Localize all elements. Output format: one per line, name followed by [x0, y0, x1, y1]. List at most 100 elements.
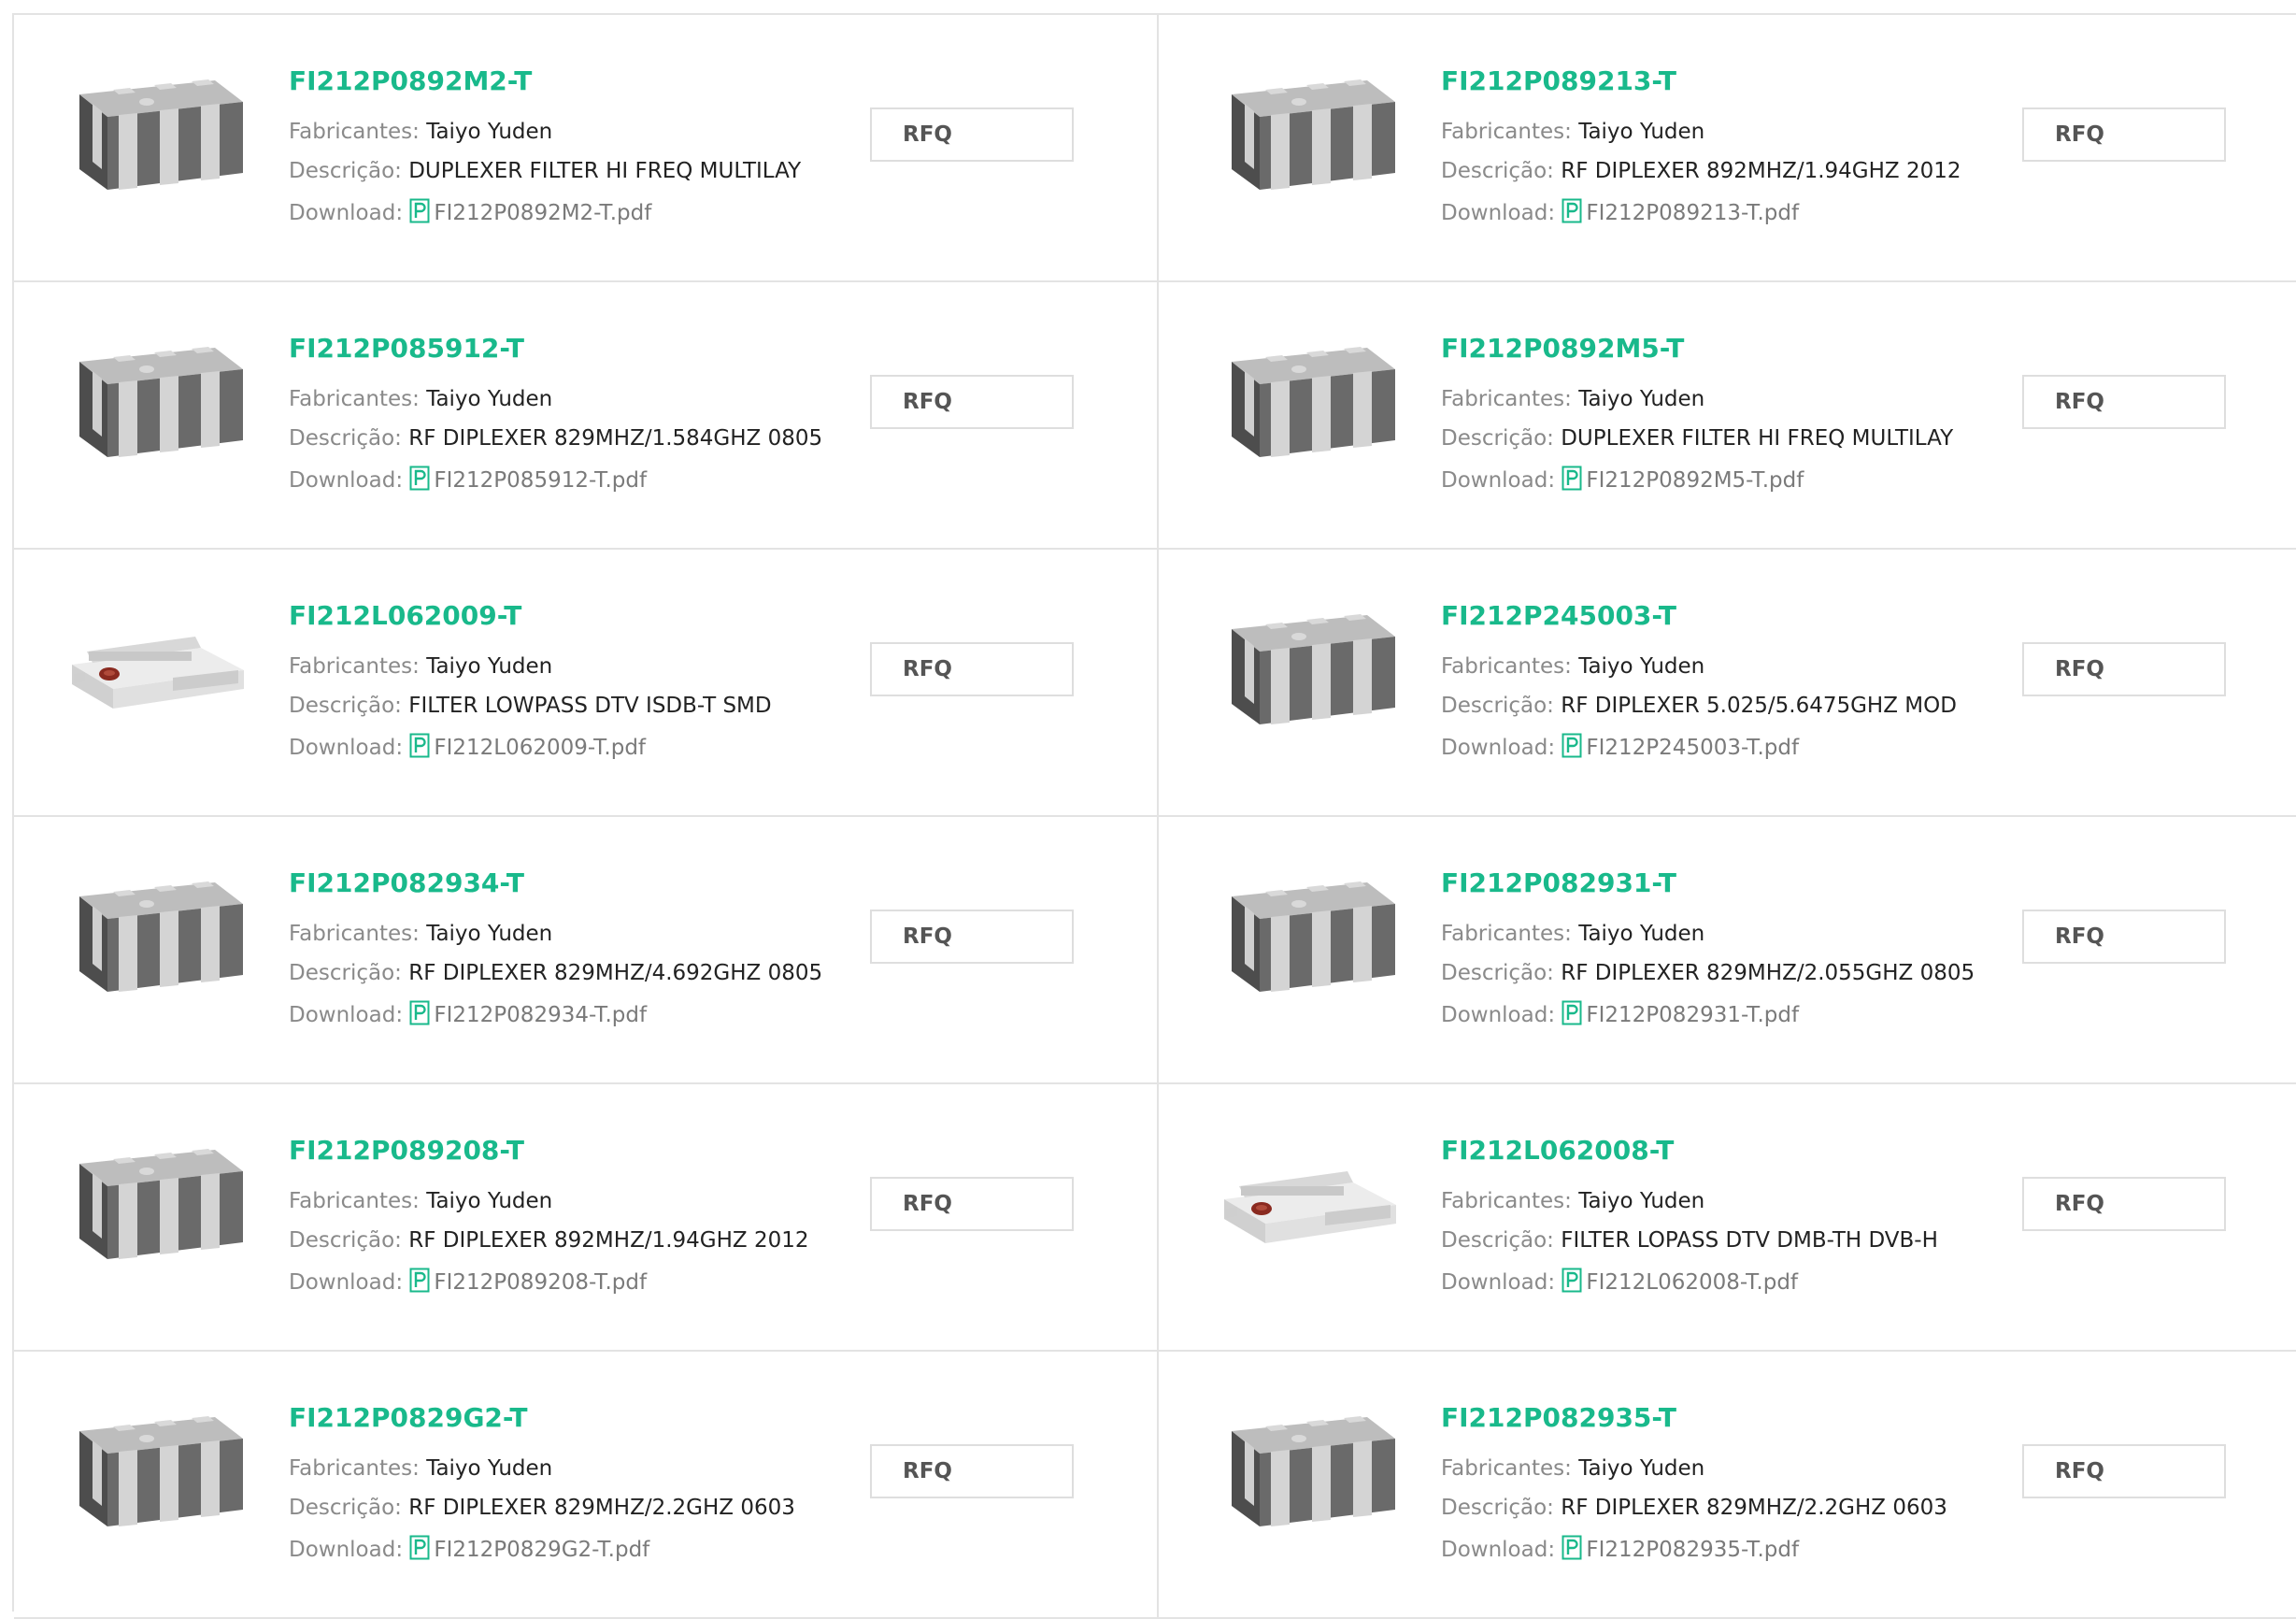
product-image[interactable] — [61, 1394, 257, 1548]
datasheet-pdf-link[interactable]: FI212L062008-T.pdf — [1586, 1270, 1798, 1295]
rfq-button[interactable]: RFQ — [2022, 910, 2226, 964]
rfq-button[interactable]: RFQ — [2022, 1177, 2226, 1231]
pdf-icon[interactable] — [409, 198, 430, 223]
manufacturer-value: Taiyo Yuden — [426, 1456, 553, 1481]
product-image[interactable] — [61, 324, 257, 479]
manufacturer-label: Fabricantes: — [289, 387, 420, 411]
rfq-button[interactable]: RFQ — [870, 375, 1074, 429]
download-label: Download: — [289, 468, 404, 493]
download-row: Download: FI212L062009-T.pdf — [289, 733, 646, 760]
product-image[interactable] — [1213, 1394, 1409, 1548]
description-label: Descrição: — [289, 426, 402, 451]
manufacturer-value: Taiyo Yuden — [426, 654, 553, 679]
manufacturer-value: Taiyo Yuden — [1578, 120, 1705, 144]
description-row: Descrição: RF DIPLEXER 829MHZ/2.055GHZ 0… — [1441, 961, 1975, 985]
product-image[interactable] — [1213, 57, 1409, 211]
pdf-icon[interactable] — [409, 466, 430, 491]
product-card: FI212P0892M2-T Fabricantes: Taiyo Yuden … — [14, 15, 1159, 282]
product-card: FI212P082931-T Fabricantes: Taiyo Yuden … — [1159, 817, 2296, 1084]
download-label: Download: — [1441, 468, 1556, 493]
part-number-link[interactable]: FI212P082934-T — [289, 867, 524, 898]
datasheet-pdf-link[interactable]: FI212P0892M5-T.pdf — [1586, 468, 1804, 493]
description-value: RF DIPLEXER 829MHZ/4.692GHZ 0805 — [408, 961, 823, 985]
datasheet-pdf-link[interactable]: FI212P082935-T.pdf — [1586, 1538, 1799, 1562]
download-row: Download: FI212P089208-T.pdf — [289, 1268, 647, 1295]
datasheet-pdf-link[interactable]: FI212P089213-T.pdf — [1586, 201, 1799, 225]
download-label: Download: — [1441, 1270, 1556, 1295]
product-image[interactable] — [1213, 592, 1409, 746]
rfq-button[interactable]: RFQ — [870, 107, 1074, 162]
manufacturer-row: Fabricantes: Taiyo Yuden — [1441, 1189, 1704, 1213]
part-number-link[interactable]: FI212P245003-T — [1441, 600, 1676, 631]
manufacturer-label: Fabricantes: — [289, 654, 420, 679]
rfq-button[interactable]: RFQ — [870, 1444, 1074, 1498]
pdf-icon[interactable] — [409, 1535, 430, 1560]
pdf-icon[interactable] — [409, 1000, 430, 1025]
product-card: FI212P245003-T Fabricantes: Taiyo Yuden … — [1159, 550, 2296, 817]
description-label: Descrição: — [1441, 426, 1554, 451]
datasheet-pdf-link[interactable]: FI212P082931-T.pdf — [1586, 1003, 1799, 1027]
rfq-button[interactable]: RFQ — [870, 1177, 1074, 1231]
datasheet-pdf-link[interactable]: FI212P0892M2-T.pdf — [434, 201, 651, 225]
datasheet-pdf-link[interactable]: FI212P085912-T.pdf — [434, 468, 647, 493]
description-row: Descrição: FILTER LOWPASS DTV ISDB-T SMD — [289, 694, 772, 718]
pdf-icon[interactable] — [409, 1268, 430, 1293]
description-value: RF DIPLEXER 5.025/5.6475GHZ MOD — [1561, 694, 1957, 718]
part-number-link[interactable]: FI212P082931-T — [1441, 867, 1676, 898]
part-number-link[interactable]: FI212L062008-T — [1441, 1135, 1674, 1166]
pdf-icon[interactable] — [1562, 466, 1582, 491]
rfq-button[interactable]: RFQ — [870, 910, 1074, 964]
rfq-button[interactable]: RFQ — [870, 642, 1074, 696]
manufacturer-value: Taiyo Yuden — [426, 922, 553, 946]
product-card: FI212P082934-T Fabricantes: Taiyo Yuden … — [14, 817, 1159, 1084]
datasheet-pdf-link[interactable]: FI212P089208-T.pdf — [434, 1270, 647, 1295]
product-image[interactable] — [61, 1126, 257, 1281]
pdf-icon[interactable] — [1562, 1268, 1582, 1293]
description-label: Descrição: — [1441, 1228, 1554, 1253]
download-row: Download: FI212P082934-T.pdf — [289, 1000, 647, 1027]
rfq-button[interactable]: RFQ — [2022, 642, 2226, 696]
product-image[interactable] — [61, 57, 257, 211]
rfq-button[interactable]: RFQ — [2022, 1444, 2226, 1498]
download-label: Download: — [1441, 1003, 1556, 1027]
part-number-link[interactable]: FI212L062009-T — [289, 600, 521, 631]
rfq-button[interactable]: RFQ — [2022, 375, 2226, 429]
description-row: Descrição: RF DIPLEXER 829MHZ/2.2GHZ 060… — [1441, 1496, 1947, 1520]
pdf-icon[interactable] — [1562, 1535, 1582, 1560]
manufacturer-row: Fabricantes: Taiyo Yuden — [1441, 1456, 1704, 1481]
description-label: Descrição: — [1441, 961, 1554, 985]
download-label: Download: — [289, 201, 404, 225]
product-image[interactable] — [1213, 859, 1409, 1013]
description-label: Descrição: — [289, 1228, 402, 1253]
datasheet-pdf-link[interactable]: FI212P082934-T.pdf — [434, 1003, 647, 1027]
rfq-button[interactable]: RFQ — [2022, 107, 2226, 162]
part-number-link[interactable]: FI212P085912-T — [289, 333, 524, 364]
part-number-link[interactable]: FI212P0892M2-T — [289, 65, 532, 96]
download-label: Download: — [289, 1538, 404, 1562]
part-number-link[interactable]: FI212P0892M5-T — [1441, 333, 1684, 364]
product-image[interactable] — [1213, 324, 1409, 479]
pdf-icon[interactable] — [1562, 1000, 1582, 1025]
download-label: Download: — [1441, 736, 1556, 760]
manufacturer-label: Fabricantes: — [1441, 654, 1572, 679]
part-number-link[interactable]: FI212P089213-T — [1441, 65, 1676, 96]
manufacturer-row: Fabricantes: Taiyo Yuden — [289, 120, 552, 144]
part-number-link[interactable]: FI212P082935-T — [1441, 1402, 1676, 1433]
manufacturer-label: Fabricantes: — [1441, 120, 1572, 144]
pdf-icon[interactable] — [1562, 198, 1582, 223]
description-value: RF DIPLEXER 892MHZ/1.94GHZ 2012 — [408, 1228, 809, 1253]
product-card: FI212L062008-T Fabricantes: Taiyo Yuden … — [1159, 1084, 2296, 1352]
datasheet-pdf-link[interactable]: FI212P0829G2-T.pdf — [434, 1538, 649, 1562]
datasheet-pdf-link[interactable]: FI212P245003-T.pdf — [1586, 736, 1799, 760]
product-grid: FI212P0892M2-T Fabricantes: Taiyo Yuden … — [12, 13, 2296, 1619]
description-value: RF DIPLEXER 829MHZ/2.2GHZ 0603 — [1561, 1496, 1947, 1520]
pdf-icon[interactable] — [409, 733, 430, 758]
part-number-link[interactable]: FI212P089208-T — [289, 1135, 524, 1166]
pdf-icon[interactable] — [1562, 733, 1582, 758]
product-image[interactable] — [61, 859, 257, 1013]
part-number-link[interactable]: FI212P0829G2-T — [289, 1402, 528, 1433]
datasheet-pdf-link[interactable]: FI212L062009-T.pdf — [434, 736, 646, 760]
product-image[interactable] — [1213, 1126, 1409, 1281]
manufacturer-row: Fabricantes: Taiyo Yuden — [289, 1189, 552, 1213]
product-image[interactable] — [61, 592, 257, 746]
